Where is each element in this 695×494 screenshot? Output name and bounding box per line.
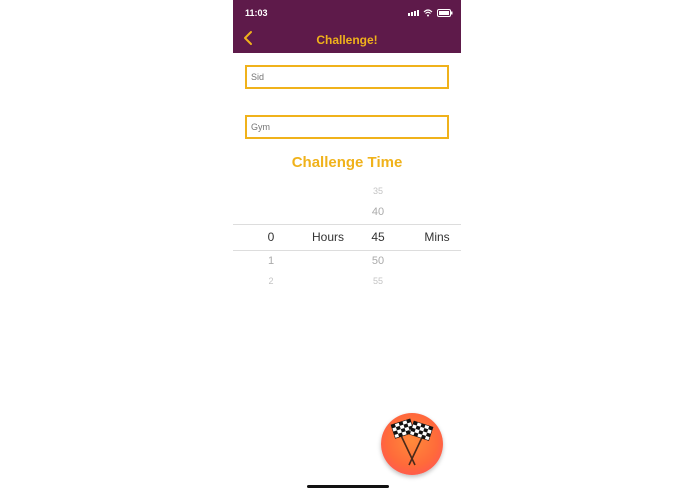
time-picker[interactable]: 35 40 0 Hours 45 Mins 1 2 50 55 xyxy=(233,185,461,290)
hours-option[interactable]: 2 xyxy=(261,276,281,286)
hours-selected[interactable]: 0 xyxy=(261,230,281,244)
picker-selection-top-line xyxy=(233,224,461,225)
nav-title: Challenge! xyxy=(316,33,378,47)
mins-label: Mins xyxy=(424,230,450,244)
minutes-selected[interactable]: 45 xyxy=(363,230,393,244)
home-indicator[interactable] xyxy=(307,485,389,488)
signal-icon xyxy=(408,10,419,16)
battery-icon xyxy=(437,9,453,17)
section-title: Challenge Time xyxy=(291,154,403,171)
hours-option[interactable]: 1 xyxy=(261,255,281,267)
minutes-option[interactable]: 55 xyxy=(363,276,393,286)
location-field[interactable] xyxy=(245,115,449,139)
start-challenge-button[interactable] xyxy=(381,413,443,475)
hours-label: Hours xyxy=(311,230,344,244)
minutes-option[interactable]: 35 xyxy=(363,186,393,196)
phone-screen: 11:03 Challenge! Sid Gym Challenge Time … xyxy=(233,0,461,494)
minutes-option[interactable]: 40 xyxy=(363,206,393,218)
picker-selection-bottom-line xyxy=(233,250,461,251)
location-input[interactable] xyxy=(247,117,447,137)
status-time: 11:03 xyxy=(245,8,268,18)
checkered-flags-icon xyxy=(390,418,434,466)
name-input[interactable] xyxy=(247,67,447,87)
name-field[interactable] xyxy=(245,65,449,89)
wifi-icon xyxy=(423,9,433,17)
status-icons xyxy=(408,9,453,17)
navigation-bar: 11:03 Challenge! xyxy=(233,0,461,53)
minutes-option[interactable]: 50 xyxy=(363,255,393,267)
